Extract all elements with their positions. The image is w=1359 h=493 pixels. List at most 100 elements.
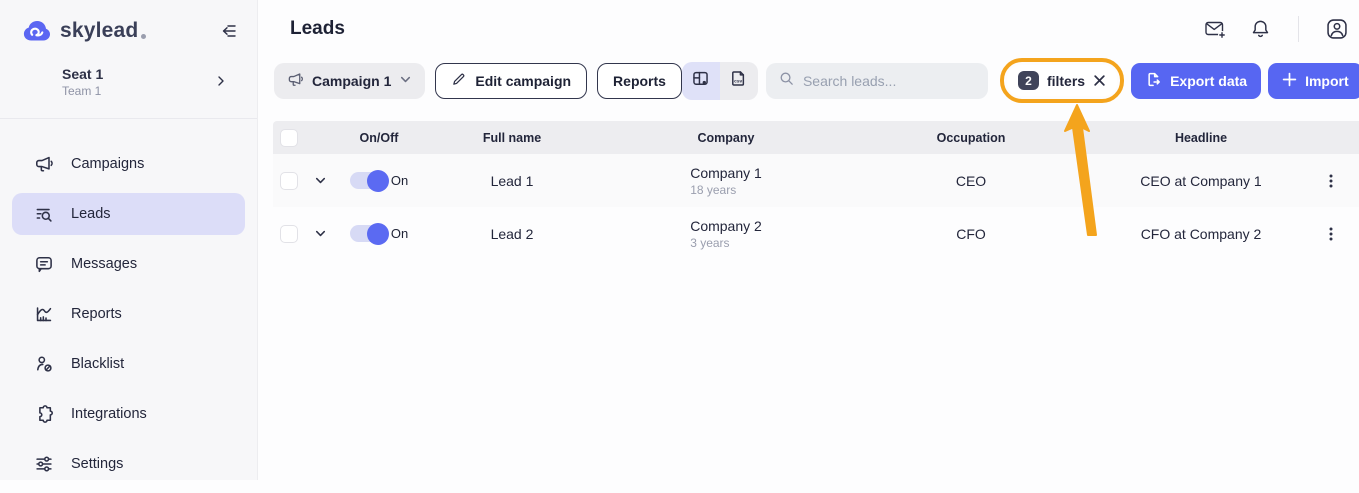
campaign-selector-label: Campaign 1 xyxy=(312,73,391,89)
company-meta: 18 years xyxy=(690,183,762,197)
brand-dot xyxy=(141,34,146,39)
filters-chip[interactable]: 2 filters xyxy=(1007,65,1117,96)
search-box xyxy=(766,63,988,99)
column-header-company: Company xyxy=(601,131,851,145)
toggle-state-label: On xyxy=(391,226,408,241)
sidebar-item-label: Blacklist xyxy=(71,356,124,372)
leads-table: On/Off Full name Company Occupation Head… xyxy=(273,121,1359,260)
sidebar-top: skylead Seat 1 Team 1 xyxy=(0,0,257,119)
user-block-icon xyxy=(34,354,54,374)
seat-selector[interactable]: Seat 1 Team 1 xyxy=(62,66,239,98)
cell-headline: CFO at Company 2 xyxy=(1091,226,1311,242)
seat-subtitle: Team 1 xyxy=(62,84,103,98)
cell-full-name: Lead 1 xyxy=(423,173,601,189)
toggle-switch[interactable] xyxy=(350,172,386,189)
chart-icon xyxy=(34,304,54,324)
sidebar-nav: Campaigns Leads xyxy=(0,143,257,493)
row-checkbox[interactable] xyxy=(280,225,298,243)
company-meta: 3 years xyxy=(690,236,762,250)
plus-icon xyxy=(1282,72,1297,90)
sidebar-item-leads[interactable]: Leads xyxy=(12,193,245,235)
filters-count-badge: 2 xyxy=(1018,71,1039,90)
main-content: Leads xyxy=(258,0,1359,480)
csv-file-icon: csv xyxy=(729,69,748,93)
sidebar-item-reports[interactable]: Reports xyxy=(12,293,245,335)
chat-bubble-icon xyxy=(34,254,54,274)
chevron-right-icon xyxy=(215,74,227,90)
select-all-checkbox[interactable] xyxy=(280,129,298,147)
lead-search-icon xyxy=(34,204,54,224)
row-expand-chevron-icon[interactable] xyxy=(305,174,335,187)
company-name: Company 2 xyxy=(690,218,762,234)
row-checkbox[interactable] xyxy=(280,172,298,190)
column-header-onoff: On/Off xyxy=(335,131,423,145)
logo: skylead xyxy=(22,16,239,46)
table-row: On Lead 1 Company 1 18 years CEO CEO at … xyxy=(273,154,1359,207)
sidebar-item-integrations[interactable]: Integrations xyxy=(12,393,245,435)
svg-text:csv: csv xyxy=(735,79,743,84)
table-gear-icon xyxy=(691,69,710,93)
toolbar: Campaign 1 Edit campaign Reports xyxy=(258,50,1359,115)
row-menu-kebab-icon[interactable] xyxy=(1317,173,1345,189)
pencil-icon xyxy=(451,71,467,90)
filters-chip-label: filters xyxy=(1047,73,1085,89)
cell-occupation: CEO xyxy=(851,173,1091,189)
cell-occupation: CFO xyxy=(851,226,1091,242)
cell-full-name: Lead 2 xyxy=(423,226,601,242)
sidebar-item-settings[interactable]: Settings xyxy=(12,443,245,485)
sliders-icon xyxy=(34,454,54,474)
skylead-cloud-logo-icon xyxy=(22,16,52,46)
column-header-fullname: Full name xyxy=(423,131,601,145)
app-window: skylead Seat 1 Team 1 xyxy=(0,0,1359,480)
sidebar: skylead Seat 1 Team 1 xyxy=(0,0,258,480)
toggle-state-label: On xyxy=(391,173,408,188)
mail-plus-icon[interactable] xyxy=(1203,17,1227,41)
import-label: Import xyxy=(1305,73,1349,89)
megaphone-icon xyxy=(34,154,54,174)
puzzle-icon xyxy=(34,404,54,424)
sidebar-item-messages[interactable]: Messages xyxy=(12,243,245,285)
search-input[interactable] xyxy=(803,73,976,89)
campaign-selector-button[interactable]: Campaign 1 xyxy=(274,63,425,99)
cell-headline: CEO at Company 1 xyxy=(1091,173,1311,189)
sidebar-item-label: Leads xyxy=(71,206,111,222)
reports-button[interactable]: Reports xyxy=(597,63,682,99)
export-data-label: Export data xyxy=(1170,73,1247,89)
chevron-down-icon xyxy=(399,73,412,89)
import-button[interactable]: Import xyxy=(1268,63,1359,99)
cell-company: Company 1 18 years xyxy=(601,165,851,197)
sidebar-item-label: Messages xyxy=(71,256,137,272)
row-expand-chevron-icon[interactable] xyxy=(305,227,335,240)
column-header-occupation: Occupation xyxy=(851,131,1091,145)
edit-campaign-label: Edit campaign xyxy=(475,73,571,89)
sidebar-item-label: Reports xyxy=(71,306,122,322)
account-icon[interactable] xyxy=(1325,17,1349,41)
page-title: Leads xyxy=(290,18,345,40)
export-data-button[interactable]: Export data xyxy=(1131,63,1261,99)
sidebar-collapse-icon[interactable] xyxy=(217,20,239,42)
lead-toggle: On xyxy=(335,225,423,242)
csv-view-button[interactable]: csv xyxy=(720,62,758,100)
lead-toggle: On xyxy=(335,172,423,189)
edit-campaign-button[interactable]: Edit campaign xyxy=(435,63,587,99)
table-header-row: On/Off Full name Company Occupation Head… xyxy=(273,121,1359,154)
toggle-switch[interactable] xyxy=(350,225,386,242)
seat-title: Seat 1 xyxy=(62,66,103,82)
column-header-headline: Headline xyxy=(1091,131,1311,145)
reports-label: Reports xyxy=(613,73,666,89)
header-icons xyxy=(1203,16,1349,42)
bell-icon[interactable] xyxy=(1249,18,1272,41)
view-toggle: csv xyxy=(682,62,758,100)
sidebar-item-label: Settings xyxy=(71,456,123,472)
clear-filters-icon[interactable] xyxy=(1093,74,1106,87)
row-menu-kebab-icon[interactable] xyxy=(1317,226,1345,242)
export-icon xyxy=(1145,71,1162,91)
table-settings-view-button[interactable] xyxy=(682,62,720,100)
search-icon xyxy=(778,70,795,92)
brand-name: skylead xyxy=(60,19,138,43)
header-divider xyxy=(1298,16,1299,42)
megaphone-icon xyxy=(287,71,304,91)
sidebar-item-blacklist[interactable]: Blacklist xyxy=(12,343,245,385)
sidebar-item-label: Campaigns xyxy=(71,156,144,172)
sidebar-item-campaigns[interactable]: Campaigns xyxy=(12,143,245,185)
